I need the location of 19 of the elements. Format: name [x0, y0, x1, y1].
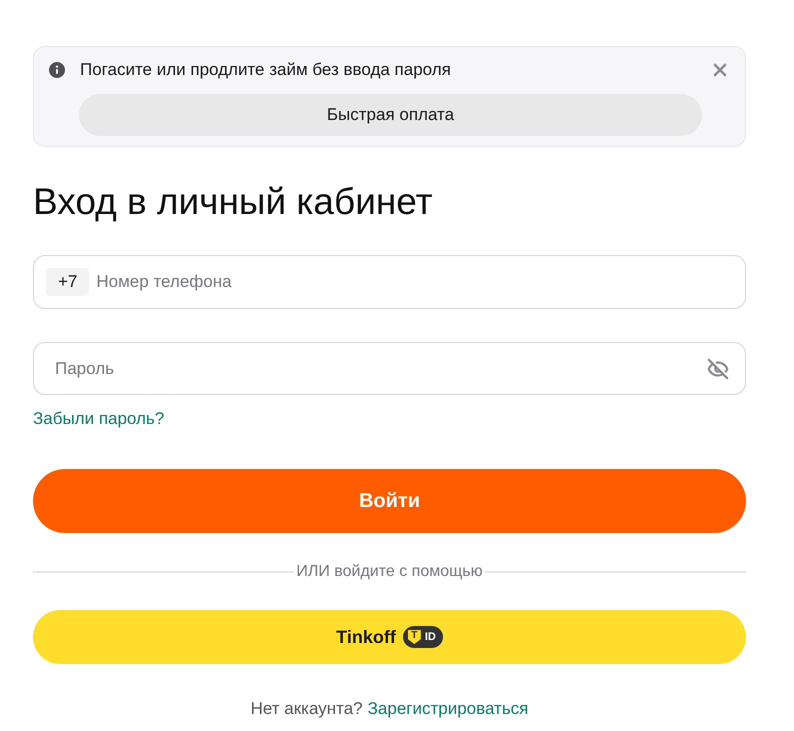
page-title: Вход в личный кабинет: [33, 180, 434, 224]
country-code: +7: [46, 268, 90, 296]
tinkoff-label: Tinkoff: [336, 626, 396, 648]
info-icon: [49, 62, 65, 78]
id-label: ID: [424, 630, 436, 645]
eye-slash-icon: [707, 358, 729, 380]
register-link[interactable]: Зарегистрироваться: [368, 696, 528, 722]
phone-input[interactable]: Номер телефона: [96, 268, 656, 296]
forgot-password-link[interactable]: Забыли пароль?: [33, 407, 164, 431]
toggle-visibility-button[interactable]: [707, 358, 729, 380]
no-account-text: Нет аккаунта?: [250, 698, 363, 720]
password-field[interactable]: Пароль: [33, 342, 746, 395]
shield-logo: T: [408, 630, 421, 644]
divider-text: ИЛИ войдите с помощью: [295, 562, 484, 582]
phone-field[interactable]: +7 Номер телефона: [33, 255, 746, 309]
notice-text: Погасите или продлите займ без ввода пароля: [80, 59, 451, 81]
password-input[interactable]: Пароль: [55, 354, 655, 382]
tinkoff-id-button[interactable]: Tinkoff T ID: [33, 610, 746, 664]
quick-pay-button[interactable]: Быстрая оплата: [79, 94, 702, 136]
